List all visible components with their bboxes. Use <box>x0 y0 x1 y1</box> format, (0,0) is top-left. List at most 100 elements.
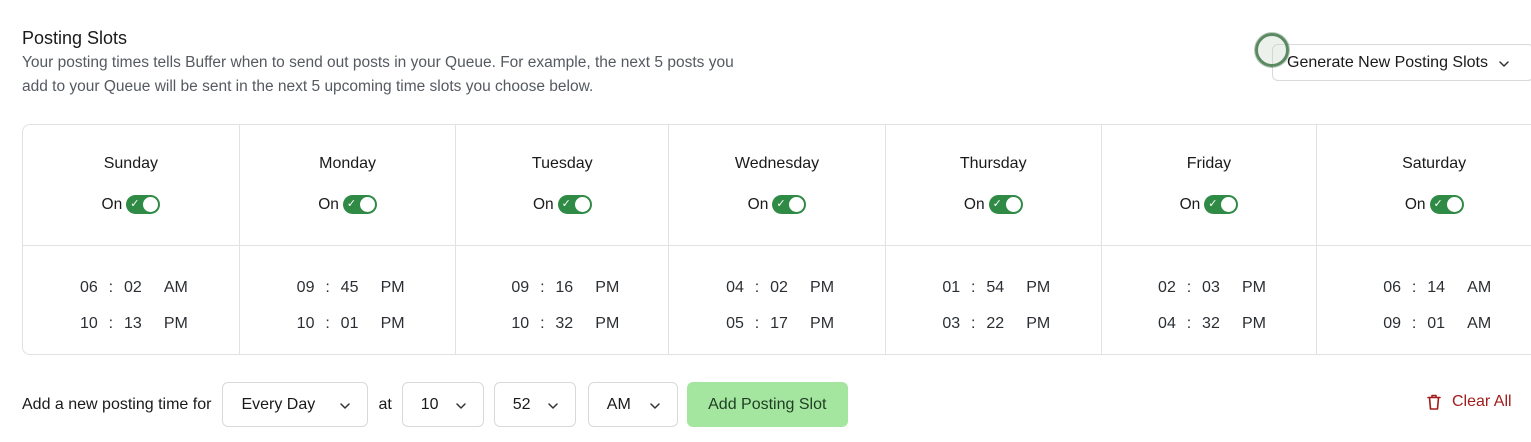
day-name: Sunday <box>103 155 158 172</box>
day-header: Thursday On ✓ <box>885 125 1101 246</box>
toggle-status-label: On <box>963 195 985 213</box>
check-icon: ✓ <box>992 198 1002 210</box>
time-slot[interactable]: 01 : 54 PM <box>936 270 1050 306</box>
time-minute: 22 <box>986 315 1005 332</box>
day-time-slots: 09 : 45 PM 10 : 01 PM <box>240 246 456 342</box>
ampm-select[interactable]: AM <box>587 382 678 427</box>
time-slot[interactable]: 02 : 03 PM <box>1152 270 1266 306</box>
time-slot[interactable]: 10 : 32 PM <box>505 306 619 342</box>
day-toggle-switch[interactable]: ✓ <box>1429 195 1464 214</box>
toggle-status-label: On <box>747 195 769 213</box>
toggle-knob <box>789 197 805 212</box>
time-separator: : <box>754 279 760 296</box>
add-posting-time-label: Add a new posting time for <box>22 395 212 413</box>
chevron-down-icon <box>1498 57 1510 69</box>
time-minute: 02 <box>770 279 788 296</box>
time-slot[interactable]: 04 : 02 PM <box>720 270 834 306</box>
check-icon: ✓ <box>130 198 140 210</box>
time-slot[interactable]: 03 : 22 PM <box>936 306 1050 342</box>
hour-select[interactable]: 10 <box>401 382 484 427</box>
at-label: at <box>378 395 392 413</box>
time-minute: 02 <box>123 279 142 296</box>
time-hour: 04 <box>1158 315 1176 332</box>
time-slot[interactable]: 09 : 16 PM <box>505 270 619 306</box>
time-hour: 09 <box>511 279 530 296</box>
time-minute: 01 <box>340 315 359 332</box>
time-separator: : <box>1186 315 1192 332</box>
day-time-slots: 06 : 14 AM 09 : 01 AM <box>1317 246 1531 342</box>
time-minute: 17 <box>770 315 788 332</box>
time-minute: 45 <box>340 279 359 296</box>
time-slot[interactable]: 10 : 13 PM <box>74 306 188 342</box>
time-ampm: AM <box>1467 279 1492 296</box>
time-ampm: PM <box>595 279 620 296</box>
time-separator: : <box>540 279 545 296</box>
time-slot[interactable]: 05 : 17 PM <box>720 306 834 342</box>
day-name: Saturday <box>1402 155 1467 172</box>
day-toggle-switch[interactable]: ✓ <box>126 195 161 214</box>
time-separator: : <box>971 315 976 332</box>
day-name: Thursday <box>959 155 1027 172</box>
time-hour: 01 <box>942 279 961 296</box>
generate-posting-slots-button[interactable]: Generate New Posting Slots <box>1272 44 1531 81</box>
toggle-knob <box>1221 197 1237 212</box>
day-toggle-switch[interactable]: ✓ <box>342 195 377 214</box>
time-hour: 02 <box>1158 279 1176 296</box>
day-header: Saturday On ✓ <box>1317 125 1531 246</box>
day-toggle-row: On ✓ <box>748 195 807 214</box>
time-slot[interactable]: 06 : 02 AM <box>74 270 188 306</box>
day-time-slots: 02 : 03 PM 04 : 32 PM <box>1102 246 1317 342</box>
time-separator: : <box>1411 279 1417 296</box>
time-separator: : <box>1411 315 1417 332</box>
day-header: Friday On ✓ <box>1101 125 1317 246</box>
day-column-sunday: Sunday On ✓ 06 : 02 AM 10 : 13 PM <box>23 125 240 354</box>
add-posting-slot-button[interactable]: Add Posting Slot <box>686 382 848 427</box>
day-header: Sunday On ✓ <box>23 125 239 246</box>
day-toggle-switch[interactable]: ✓ <box>988 195 1023 214</box>
page-description: Your posting times tells Buffer when to … <box>22 51 822 99</box>
time-hour: 09 <box>296 279 315 296</box>
day-column-wednesday: Wednesday On ✓ 04 : 02 PM 05 : 17 PM <box>669 125 886 354</box>
day-column-thursday: Thursday On ✓ 01 : 54 PM 03 : 22 PM <box>885 125 1102 354</box>
time-slot[interactable]: 09 : 45 PM <box>291 270 405 306</box>
time-slot[interactable]: 04 : 32 PM <box>1152 306 1266 342</box>
time-slot[interactable]: 06 : 14 AM <box>1377 270 1491 306</box>
day-column-saturday: Saturday On ✓ 06 : 14 AM 09 : 01 AM <box>1317 125 1531 354</box>
time-ampm: PM <box>380 279 405 296</box>
add-posting-time-row: Add a new posting time for Every Day at … <box>22 382 848 427</box>
day-column-friday: Friday On ✓ 02 : 03 PM 04 : 32 PM <box>1101 125 1318 354</box>
time-ampm: PM <box>1026 315 1051 332</box>
page-title: Posting Slots <box>22 28 128 48</box>
clear-all-button[interactable]: Clear All <box>1425 393 1512 411</box>
time-hour: 06 <box>79 279 98 296</box>
chevron-down-icon <box>339 399 351 411</box>
description-line-1: Your posting times tells Buffer when to … <box>22 54 734 71</box>
day-name: Monday <box>319 155 377 172</box>
day-time-slots: 04 : 02 PM 05 : 17 PM <box>669 246 885 342</box>
chevron-down-icon <box>455 399 467 411</box>
day-toggle-row: On ✓ <box>1180 195 1239 214</box>
time-separator: : <box>325 315 330 332</box>
toggle-status-label: On <box>318 195 339 213</box>
toggle-knob <box>143 197 159 212</box>
time-hour: 05 <box>726 315 744 332</box>
time-separator: : <box>325 279 330 296</box>
generate-posting-slots-label: Generate New Posting Slots <box>1287 53 1488 71</box>
time-separator: : <box>754 315 760 332</box>
day-toggle-switch[interactable]: ✓ <box>1204 195 1239 214</box>
time-minute: 01 <box>1427 315 1446 332</box>
time-ampm: AM <box>1467 315 1492 332</box>
time-slot[interactable]: 10 : 01 PM <box>291 306 405 342</box>
day-toggle-switch[interactable]: ✓ <box>557 195 592 214</box>
day-time-slots: 09 : 16 PM 10 : 32 PM <box>456 246 668 342</box>
check-icon: ✓ <box>776 198 786 210</box>
time-hour: 10 <box>511 315 530 332</box>
day-select[interactable]: Every Day <box>222 382 369 427</box>
day-toggle-switch[interactable]: ✓ <box>772 195 807 214</box>
minute-select[interactable]: 52 <box>493 382 576 427</box>
time-slot[interactable]: 09 : 01 AM <box>1377 306 1491 342</box>
time-minute: 13 <box>123 315 142 332</box>
day-header: Tuesday On ✓ <box>456 125 669 246</box>
time-minute: 54 <box>986 279 1005 296</box>
time-hour: 03 <box>942 315 961 332</box>
